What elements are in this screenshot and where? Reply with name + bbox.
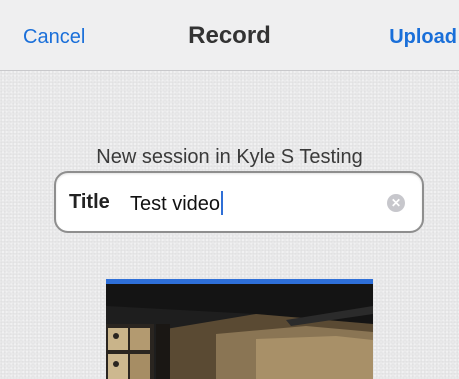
title-input-text: Test video [130, 193, 221, 215]
title-field-label: Title [69, 191, 110, 213]
title-field[interactable]: Title Test video ✕ [54, 171, 424, 233]
text-caret [221, 191, 224, 215]
session-label: New session in Kyle S Testing [96, 146, 363, 168]
video-preview[interactable] [106, 279, 373, 379]
navigation-bar: Cancel Record Upload [0, 0, 459, 71]
video-frame-image [106, 284, 373, 379]
clear-icon[interactable]: ✕ [387, 194, 405, 212]
upload-button[interactable]: Upload [389, 26, 457, 49]
title-input[interactable]: Test video [130, 191, 224, 216]
